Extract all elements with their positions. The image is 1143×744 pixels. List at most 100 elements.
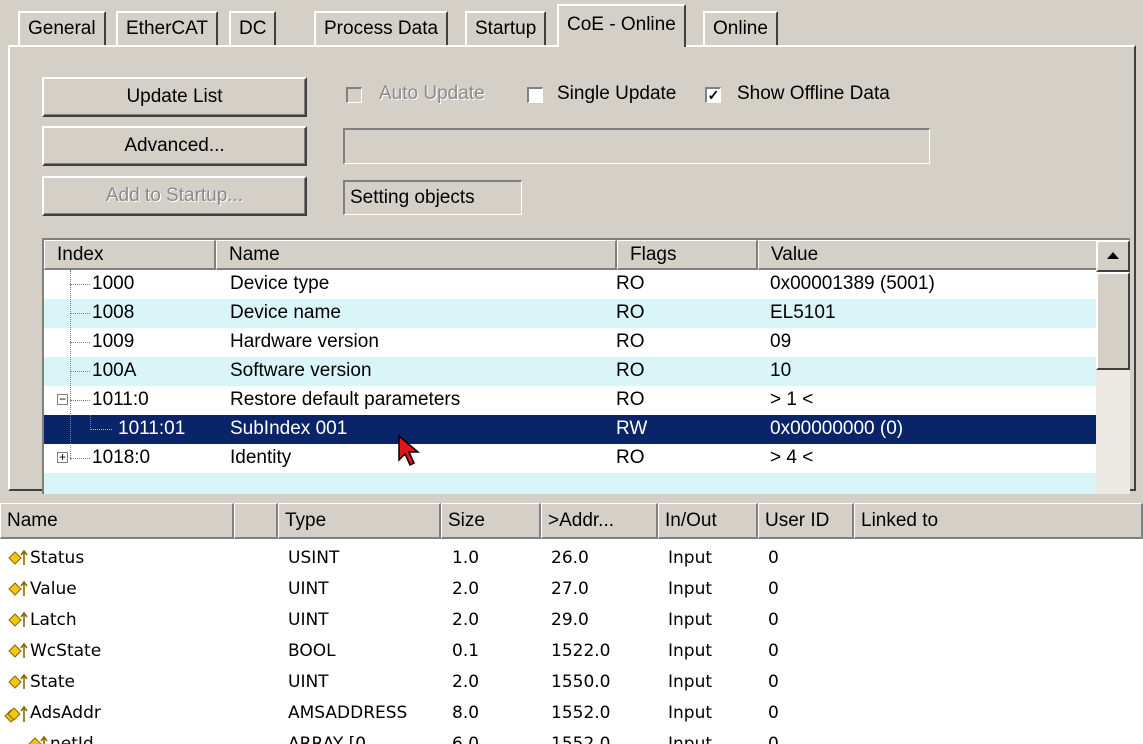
var-size: 1.0 [452,548,480,568]
tab-process-data[interactable]: Process Data [314,11,449,45]
var-size: 2.0 [452,672,480,692]
var-in-out: Input [668,734,713,744]
tab-label: DC [239,18,267,39]
tab-label: Online [713,18,768,39]
table-row[interactable]: Latch UINT 2.0 29.0 Input 0 [0,605,1143,636]
row-index: 100A [92,360,137,381]
var-name: WcState [30,641,102,661]
column-header-index[interactable]: Index [44,240,216,270]
tab-label: EtherCAT [126,18,209,39]
list-row[interactable]: 1009 Hardware version RO 09 [44,328,1100,357]
var-type: USINT [288,548,340,568]
tree-trunk [70,270,71,460]
var-addr: 26.0 [551,548,589,568]
column-header-name[interactable]: Name [216,240,617,270]
single-update-label: Single Update [557,83,677,104]
var-name: Status [30,548,85,568]
var-size: 8.0 [452,703,480,723]
var-user-id: 0 [768,641,779,661]
list-row[interactable]: 100A Software version RO 10 [44,357,1100,386]
header-label: Index [57,244,104,265]
header-label: >Addr... [548,510,615,531]
coe-object-list[interactable]: Index Name Flags Value 1000 Device type … [42,238,1130,494]
header-label: Name [229,244,280,265]
input-variable-icon [8,611,28,627]
list-row-partial[interactable] [44,473,1100,494]
row-name: Software version [230,360,372,381]
tab-label: CoE - Online [567,14,676,35]
tab-startup[interactable]: Startup [465,11,547,45]
column-header-addr[interactable]: >Addr... [541,503,658,539]
add-to-startup-button[interactable]: Add to Startup... [42,176,307,216]
row-flags: RO [616,447,645,468]
list-row[interactable]: + 1018:0 Identity RO > 4 < [44,444,1100,473]
table-row[interactable]: Status USINT 1.0 26.0 Input 0 [0,543,1143,574]
table-row[interactable]: State UINT 2.0 1550.0 Input 0 [0,667,1143,698]
column-header-type[interactable]: Type [278,503,441,539]
advanced-button[interactable]: Advanced... [42,126,307,166]
list-row-selected[interactable]: 1011:01 SubIndex 001 RW 0x00000000 (0) [44,415,1100,444]
column-header-in-out[interactable]: In/Out [658,503,758,539]
column-header-name[interactable]: Name [0,503,234,539]
single-update-checkbox[interactable] [527,87,543,103]
var-addr: 29.0 [551,610,589,630]
tree-line [70,371,90,372]
tab-coe-online[interactable]: CoE - Online [557,4,686,47]
header-label: Size [448,510,485,531]
input-variable-icon [8,549,28,565]
tab-general[interactable]: General [18,11,106,45]
button-label: Advanced... [124,135,225,156]
row-value: > 1 < [770,389,814,410]
list-row[interactable]: 1000 Device type RO 0x00001389 (5001) [44,270,1100,299]
var-in-out: Input [668,672,713,692]
column-header-size[interactable]: Size [441,503,541,539]
table-row[interactable]: WcState BOOL 0.1 1522.0 Input 0 [0,636,1143,667]
header-label: Name [7,510,58,531]
vertical-scrollbar[interactable] [1096,240,1130,494]
tab-ethercat[interactable]: EtherCAT [116,11,219,45]
row-value: 0x00001389 (5001) [770,273,935,294]
column-header-blank[interactable] [234,503,278,539]
row-name: Device type [230,273,330,294]
tree-line [70,458,90,459]
var-name: AdsAddr [30,703,101,723]
collapse-icon[interactable]: − [57,393,68,405]
row-index: 1011:0 [92,389,149,410]
show-offline-data-checkbox[interactable]: ✓ [705,87,721,103]
var-type: BOOL [288,641,336,661]
table-row[interactable]: AdsAddr AMSADDRESS 8.0 1552.0 Input 0 [0,698,1143,729]
variable-table[interactable]: Name Type Size >Addr... In/Out User ID L… [0,503,1143,744]
arrow-up-icon [1107,252,1119,259]
tree-branch [90,415,91,430]
list-row[interactable]: − 1011:0 Restore default parameters RO >… [44,386,1100,415]
scrollbar-thumb[interactable] [1096,272,1130,370]
table-row[interactable]: Value UINT 2.0 27.0 Input 0 [0,574,1143,605]
input-variable-icon [8,673,28,689]
column-header-linked-to[interactable]: Linked to [854,503,1143,539]
expand-icon[interactable]: + [57,451,68,463]
var-name: State [30,672,75,692]
var-addr: 27.0 [551,579,589,599]
row-index: 1009 [92,331,135,352]
row-value: 09 [770,331,792,352]
column-header-user-id[interactable]: User ID [758,503,854,539]
var-size: 6.0 [452,734,480,744]
var-type: UINT [288,672,329,692]
list-row[interactable]: 1008 Device name RO EL5101 [44,299,1100,328]
column-header-value[interactable]: Value [758,240,1100,270]
scroll-up-button[interactable] [1096,240,1130,272]
update-list-button[interactable]: Update List [42,77,307,117]
table-row[interactable]: netId ARRAY [0 6.0 1552.0 Input 0 [0,729,1143,744]
auto-update-checkbox[interactable] [346,87,362,103]
column-header-flags[interactable]: Flags [617,240,758,270]
tab-online[interactable]: Online [703,11,778,45]
check-mark-icon: ✓ [707,87,720,103]
row-flags: RO [616,331,645,352]
var-size: 2.0 [452,610,480,630]
setting-objects-field: Setting objects [343,180,522,215]
row-index: 1000 [92,273,135,294]
var-addr: 1522.0 [551,641,611,661]
tab-dc[interactable]: DC [229,11,277,45]
tab-label: General [28,18,96,39]
var-addr: 1550.0 [551,672,611,692]
